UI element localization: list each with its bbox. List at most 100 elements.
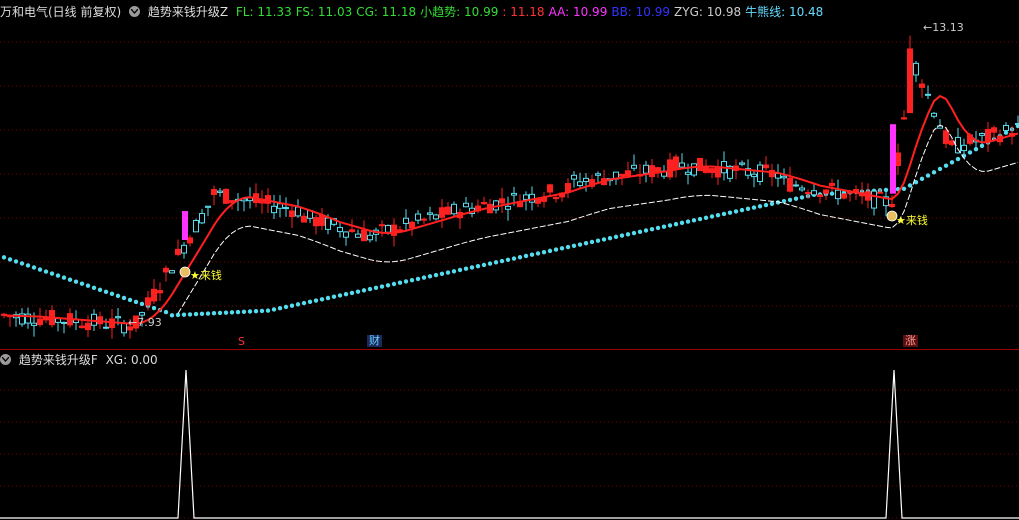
candle-body: [547, 184, 553, 193]
candle-body: [913, 62, 919, 76]
candle-body: [763, 164, 769, 169]
event-marker-zhang[interactable]: 涨: [903, 335, 918, 347]
trend-dot: [793, 196, 799, 201]
low-price-label: ←7.93: [128, 316, 162, 329]
candle-body: [823, 189, 829, 194]
trend-dot: [691, 218, 697, 223]
xg-value: XG: 0.00: [105, 353, 158, 367]
trend-dot: [937, 166, 943, 172]
trend-dot: [373, 285, 379, 291]
signal-bar: [890, 124, 896, 194]
trend-dot: [709, 214, 715, 219]
trend-dot: [457, 267, 463, 273]
candle-body: [211, 189, 217, 196]
event-marker-cai[interactable]: 财: [367, 335, 382, 347]
trend-dot: [787, 197, 793, 203]
sub-indicator-name[interactable]: 趋势来钱升级F: [19, 353, 98, 367]
trend-dot: [745, 206, 751, 212]
candle-body: [625, 170, 631, 177]
trend-dot: [31, 265, 37, 270]
indicator-value: 牛熊线: 10.48: [745, 5, 824, 19]
sub-header: 趋势来钱升级F XG: 0.00: [0, 350, 162, 370]
trend-dot: [577, 242, 583, 247]
candle-body: [355, 233, 361, 238]
trend-dot: [451, 269, 457, 274]
trend-dot: [127, 297, 133, 303]
trend-dot: [385, 283, 391, 288]
trend-dot: [115, 293, 121, 299]
chevron-down-icon[interactable]: [0, 354, 11, 365]
candle-body: [139, 312, 145, 316]
indicator-name[interactable]: 趋势来钱升级Z: [148, 5, 228, 19]
trend-dot: [529, 252, 535, 257]
candle-body: [751, 173, 757, 178]
trend-dot: [697, 216, 703, 222]
candle-body: [367, 234, 373, 241]
trend-dot: [715, 213, 721, 218]
trend-dot: [589, 239, 595, 245]
candle-body: [283, 207, 289, 210]
trend-dot: [643, 228, 649, 233]
candle-body: [205, 205, 211, 208]
trend-dot: [283, 304, 289, 310]
trend-dot: [85, 283, 91, 288]
trend-dot: [907, 183, 913, 188]
candle-body: [511, 192, 517, 196]
trend-dot: [313, 298, 319, 303]
main-chart[interactable]: [0, 20, 1019, 350]
candle-body: [481, 201, 487, 205]
candle-body: [931, 112, 937, 117]
candle-body: [325, 217, 331, 230]
indicator-value: FL: 11.33: [235, 5, 292, 19]
trend-dot: [55, 273, 61, 278]
trend-dot: [559, 246, 565, 251]
candle-body: [595, 173, 601, 176]
trend-dot: [535, 251, 541, 256]
candle-body: [391, 224, 397, 236]
trend-dot: [703, 215, 709, 220]
trend-dot: [979, 143, 985, 149]
candle-body: [757, 164, 763, 182]
trend-dot: [463, 266, 469, 271]
chevron-down-icon[interactable]: [129, 6, 141, 17]
candle-body: [835, 189, 841, 200]
indicator-value: FS: 11.03: [295, 5, 353, 19]
candle-body: [79, 325, 85, 329]
trend-dot: [367, 286, 373, 292]
candle-body: [691, 163, 697, 176]
trend-dot: [739, 207, 745, 213]
event-marker-s[interactable]: S: [236, 336, 247, 348]
candle-body: [415, 213, 421, 221]
trend-dot: [757, 204, 763, 209]
candle-body: [277, 203, 283, 209]
low-arrow-icon: ←: [128, 316, 138, 329]
candle-body: [433, 214, 439, 220]
trend-dot: [187, 312, 193, 317]
stock-title[interactable]: 万和电气(日线 前复权): [0, 5, 121, 19]
trend-dot: [601, 237, 607, 242]
trend-dot: [481, 262, 487, 268]
sub-chart[interactable]: [0, 370, 1019, 520]
trend-dot: [469, 265, 475, 270]
trend-dot: [163, 309, 169, 315]
trend-dot: [199, 311, 205, 317]
candle-body: [925, 93, 931, 96]
trend-dot: [319, 297, 325, 302]
trend-dot: [223, 310, 229, 315]
candle-body: [163, 267, 169, 273]
trend-dot: [931, 170, 937, 175]
candle-body: [667, 159, 673, 178]
star-icon: ★: [190, 269, 200, 282]
candle-body: [907, 48, 913, 114]
trend-dot: [73, 279, 79, 284]
signal-label-2: ★来钱: [896, 214, 928, 227]
candle-body: [61, 321, 67, 324]
candle-body: [85, 322, 91, 331]
candle-body: [445, 206, 451, 215]
trend-dot: [421, 275, 427, 280]
candle-body: [349, 229, 355, 232]
candle-body: [817, 194, 823, 198]
trend-dot: [547, 248, 553, 254]
candle-body: [271, 205, 277, 214]
main-header: 万和电气(日线 前复权) 趋势来钱升级Z FL: 11.33 FS: 11.03 C…: [0, 2, 831, 22]
